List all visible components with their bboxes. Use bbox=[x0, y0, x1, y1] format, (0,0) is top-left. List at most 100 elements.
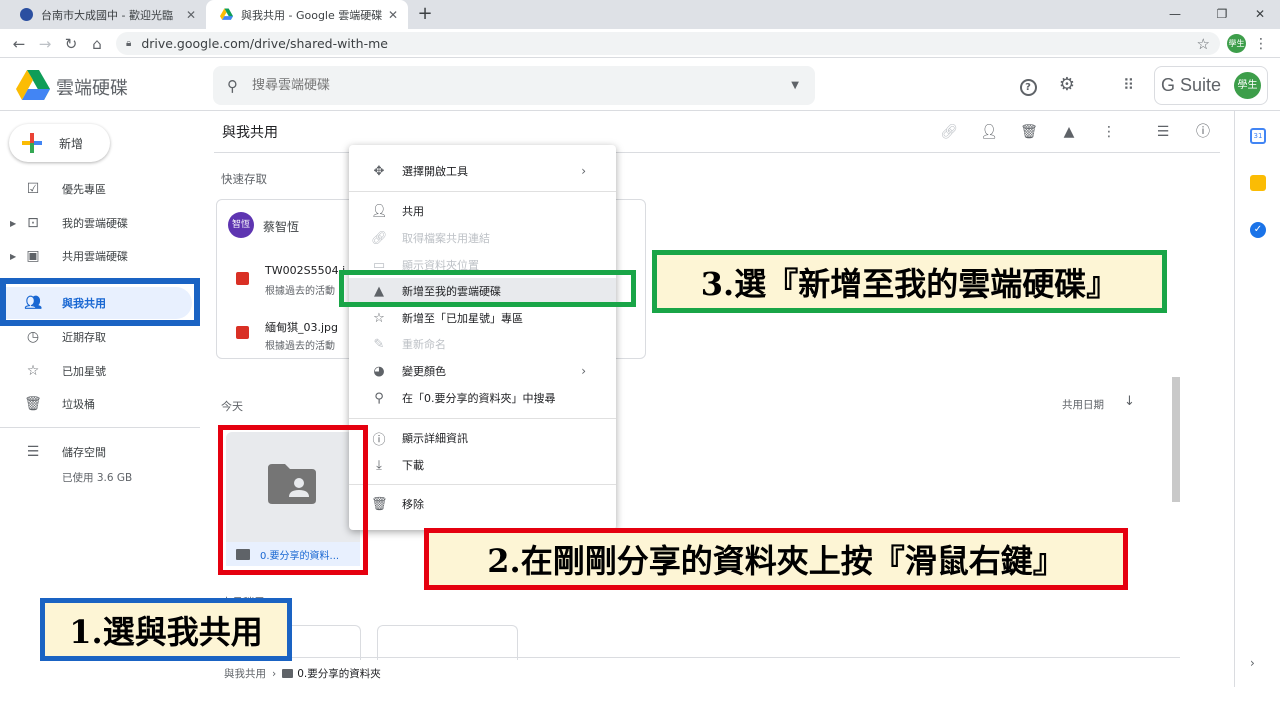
lock-icon: 🔒︎ bbox=[126, 38, 132, 49]
gsuite-account[interactable]: G Suite 學生 bbox=[1154, 66, 1268, 105]
star-icon: ☆ bbox=[26, 363, 40, 379]
chevron-right-icon[interactable]: › bbox=[1250, 656, 1255, 670]
menu-item-label: 選擇開啟工具 bbox=[402, 165, 468, 178]
browser-tab-active[interactable]: 與我共用 - Google 雲端硬碟 ✕ bbox=[206, 0, 408, 29]
back-arrow-icon[interactable]: ← bbox=[8, 33, 30, 55]
menu-item-label: 變更顏色 bbox=[402, 365, 446, 378]
sidebar-item-trash[interactable]: 🗑︎ 垃圾桶 bbox=[0, 388, 200, 420]
calendar-icon[interactable]: 31 bbox=[1250, 128, 1266, 144]
quick-file-reason: 根據過去的活動 bbox=[265, 341, 335, 352]
menu-item-search-within[interactable]: ⚲ 在「0.要分享的資料夾」中搜尋 bbox=[349, 385, 616, 411]
search-input[interactable] bbox=[252, 78, 792, 93]
expand-arrow-icon[interactable]: ▶ bbox=[10, 219, 16, 228]
sort-label[interactable]: 共用日期 bbox=[1062, 397, 1104, 412]
home-icon[interactable]: ⌂ bbox=[86, 33, 108, 55]
link-icon: 🔗︎ bbox=[371, 230, 388, 246]
breadcrumb: 與我共用 › 0.要分享的資料夾 bbox=[224, 666, 381, 681]
expand-arrow-icon[interactable]: ▶ bbox=[10, 252, 16, 261]
file-card[interactable] bbox=[377, 625, 518, 660]
add-to-drive-icon[interactable]: ▲ bbox=[1058, 121, 1080, 143]
menu-item-download[interactable]: ⤓ 下載 bbox=[349, 452, 616, 478]
more-vert-icon[interactable]: ⋮ bbox=[1252, 33, 1270, 55]
help-icon[interactable]: ? bbox=[1017, 74, 1039, 96]
search-icon[interactable]: ⚲ bbox=[227, 77, 238, 95]
reload-icon[interactable]: ↻ bbox=[60, 33, 82, 55]
search-icon: ⚲ bbox=[374, 390, 384, 406]
trash-icon: 🗑︎ bbox=[24, 396, 42, 412]
drive-favicon-icon bbox=[220, 8, 233, 20]
sidebar-item-priority[interactable]: ☑ 優先專區 bbox=[0, 173, 200, 205]
pencil-icon: ✎ bbox=[373, 336, 385, 352]
forward-arrow-icon[interactable]: → bbox=[34, 33, 56, 55]
palette-icon: ◕ bbox=[373, 363, 385, 379]
breadcrumb-current[interactable]: 0.要分享的資料夾 bbox=[297, 666, 381, 681]
person-add-icon[interactable]: 👤︎ bbox=[978, 121, 1000, 143]
trash-icon: 🗑︎ bbox=[371, 496, 388, 512]
app-name: 雲端硬碟 bbox=[56, 78, 128, 99]
drive-logo-icon bbox=[16, 70, 50, 100]
search-options-icon[interactable]: ▼ bbox=[791, 80, 799, 91]
quick-file-name[interactable]: 緬甸猉_03.jpg bbox=[265, 319, 338, 335]
menu-item-get-link[interactable]: 🔗︎ 取得檔案共用連結 bbox=[349, 225, 616, 251]
window-close-icon[interactable]: ✕ bbox=[1245, 4, 1275, 24]
close-icon[interactable]: ✕ bbox=[384, 8, 402, 22]
close-icon[interactable]: ✕ bbox=[182, 8, 200, 22]
bookmark-star-icon[interactable]: ☆ bbox=[1197, 35, 1210, 53]
apps-grid-icon[interactable]: ⠿ bbox=[1117, 74, 1139, 96]
quick-file-reason: 根據過去的活動 bbox=[265, 286, 335, 297]
link-icon[interactable]: 🔗︎ bbox=[938, 121, 960, 143]
list-view-icon[interactable]: ☰ bbox=[1152, 121, 1174, 143]
menu-item-remove[interactable]: 🗑︎ 移除 bbox=[349, 491, 616, 517]
address-bar[interactable]: 🔒︎ drive.google.com/drive/shared-with-me… bbox=[116, 32, 1220, 55]
sidebar-item-label: 共用雲端硬碟 bbox=[62, 250, 128, 263]
settings-gear-icon[interactable]: ⚙ bbox=[1056, 74, 1078, 96]
maximize-icon[interactable]: ❐ bbox=[1207, 4, 1237, 24]
callout-step3: 3.選『新增至我的雲端硬碟』 bbox=[652, 250, 1167, 313]
menu-divider bbox=[349, 484, 616, 485]
more-vert-icon[interactable]: ⋮ bbox=[1098, 121, 1120, 143]
menu-item-share[interactable]: 👤︎ 共用 bbox=[349, 198, 616, 224]
highlight-box-step2 bbox=[218, 425, 368, 575]
sidebar-item-storage[interactable]: ☰ 儲存空間 bbox=[0, 436, 200, 468]
owner-name: 蔡智恆 bbox=[263, 220, 300, 234]
scrollbar[interactable] bbox=[1172, 377, 1180, 502]
download-icon: ⤓ bbox=[376, 457, 382, 473]
menu-item-rename[interactable]: ✎ 重新命名 bbox=[349, 331, 616, 357]
side-panel bbox=[1234, 111, 1280, 687]
callout-step1: 1.選與我共用 bbox=[40, 598, 292, 661]
star-icon: ☆ bbox=[373, 310, 385, 326]
trash-icon[interactable]: 🗑︎ bbox=[1018, 121, 1040, 143]
account-avatar[interactable]: 學生 bbox=[1234, 72, 1261, 99]
quick-file-name[interactable]: TW002S5504.j bbox=[265, 264, 345, 277]
sidebar-item-shared-drives[interactable]: ▶ ▣ 共用雲端硬碟 bbox=[0, 240, 200, 272]
browser-tab[interactable]: 台南市大成國中 - 歡迎光臨 ✕ bbox=[6, 0, 206, 29]
breadcrumb-root[interactable]: 與我共用 bbox=[224, 666, 266, 681]
sidebar-divider bbox=[0, 427, 200, 428]
new-tab-button[interactable]: + bbox=[414, 3, 436, 25]
menu-item-open-with[interactable]: ✥ 選擇開啟工具 › bbox=[349, 158, 616, 184]
sidebar-item-starred[interactable]: ☆ 已加星號 bbox=[0, 355, 200, 387]
page-title: 與我共用 bbox=[222, 125, 278, 141]
sidebar-item-my-drive[interactable]: ▶ ⊡ 我的雲端硬碟 bbox=[0, 207, 200, 239]
new-button[interactable]: 新增 bbox=[9, 124, 110, 162]
sort-arrow-icon[interactable]: ↓ bbox=[1124, 394, 1135, 409]
menu-item-label: 新增至「已加星號」專區 bbox=[402, 312, 523, 325]
school-favicon-icon bbox=[20, 8, 33, 21]
sidebar-item-label: 垃圾桶 bbox=[62, 398, 95, 411]
keep-icon[interactable] bbox=[1250, 175, 1266, 191]
minimize-icon[interactable]: — bbox=[1160, 4, 1190, 24]
search-bar[interactable]: ⚲ ▼ bbox=[213, 66, 815, 105]
info-icon[interactable]: ⓘ bbox=[1192, 121, 1214, 143]
plus-icon bbox=[22, 133, 42, 153]
storage-used-text: 已使用 3.6 GB bbox=[62, 472, 133, 484]
tasks-icon[interactable]: ✓ bbox=[1250, 222, 1266, 238]
image-file-icon bbox=[236, 272, 249, 285]
sidebar-item-label: 已加星號 bbox=[62, 365, 106, 378]
menu-item-change-color[interactable]: ◕ 變更顏色 › bbox=[349, 358, 616, 384]
menu-item-view-details[interactable]: ⓘ 顯示詳細資訊 bbox=[349, 425, 616, 451]
clock-icon: ◷ bbox=[26, 329, 40, 345]
profile-avatar[interactable]: 學生 bbox=[1227, 34, 1246, 53]
my-drive-icon: ⊡ bbox=[27, 215, 39, 231]
url-text: drive.google.com/drive/shared-with-me bbox=[141, 36, 388, 51]
menu-item-add-to-starred[interactable]: ☆ 新增至「已加星號」專區 bbox=[349, 305, 616, 331]
